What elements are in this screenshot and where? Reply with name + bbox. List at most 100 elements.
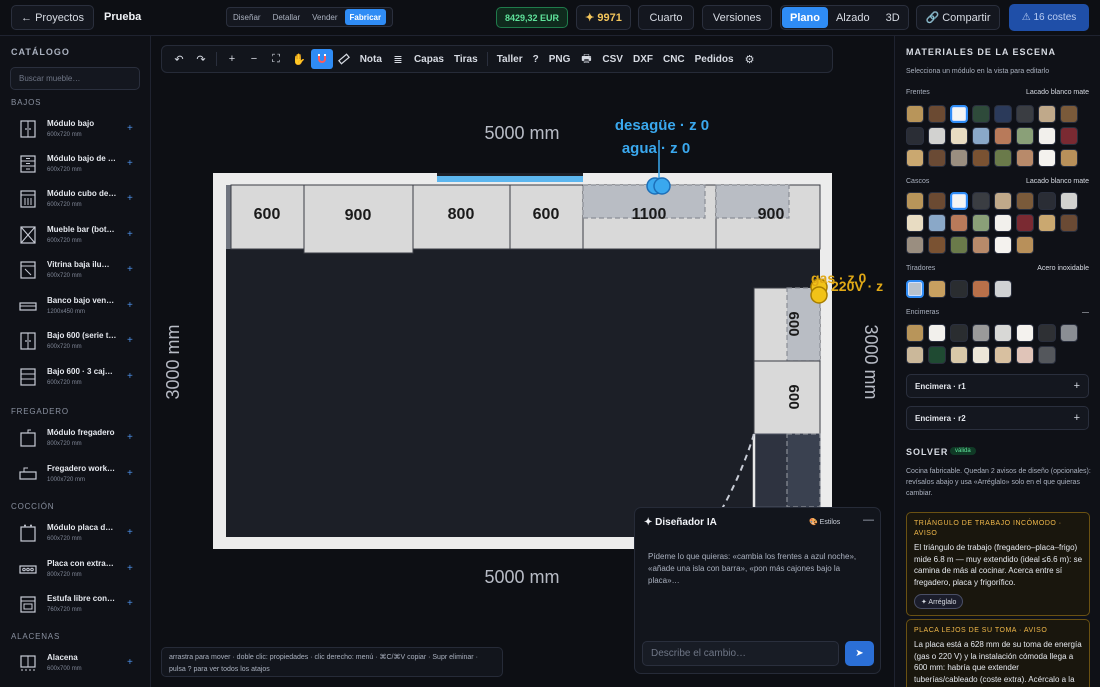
material-swatch[interactable] (906, 346, 924, 364)
material-swatch[interactable] (1016, 192, 1034, 210)
room-button[interactable]: Cuarto (638, 5, 694, 30)
worktop-row-r1[interactable]: Encimera · r1 + (906, 374, 1089, 398)
material-swatch[interactable] (928, 280, 946, 298)
material-swatch[interactable] (928, 236, 946, 254)
material-swatch[interactable] (950, 214, 968, 232)
material-swatch[interactable] (1016, 105, 1034, 123)
material-swatch[interactable] (906, 192, 924, 210)
add-icon[interactable]: + (127, 335, 133, 346)
material-swatch[interactable] (928, 127, 946, 145)
export-dxf-button[interactable]: DXF (628, 49, 658, 69)
catalog-item[interactable]: Módulo cubo de… 600x720 mm + (11, 186, 141, 216)
minimize-icon[interactable]: — (863, 514, 874, 526)
material-swatch[interactable] (906, 280, 924, 298)
material-swatch[interactable] (1038, 192, 1056, 210)
add-icon[interactable]: + (127, 657, 133, 668)
export-cnc-button[interactable]: CNC (658, 49, 690, 69)
material-swatch[interactable] (928, 149, 946, 167)
material-swatch[interactable] (972, 214, 990, 232)
ruler-icon[interactable] (333, 49, 355, 69)
catalog-item[interactable]: Módulo fregadero 800x720 mm + (11, 425, 141, 455)
catalog-item[interactable]: Alacena 600x700 mm + (11, 650, 141, 680)
catalog-search-input[interactable]: Buscar mueble… (10, 67, 140, 90)
material-swatch[interactable] (928, 324, 946, 342)
catalog-item[interactable]: Banco bajo ven… 1200x450 mm + (11, 293, 141, 323)
material-swatch[interactable] (1038, 346, 1056, 364)
add-icon[interactable]: + (127, 371, 133, 382)
expand-plus-icon[interactable]: + (1074, 412, 1080, 424)
material-swatch[interactable] (906, 149, 924, 167)
catalog-item[interactable]: Fregadero work… 1000x720 mm + (11, 461, 141, 491)
material-swatch[interactable] (972, 346, 990, 364)
material-swatch[interactable] (928, 214, 946, 232)
material-swatch[interactable] (1038, 214, 1056, 232)
zoom-in-icon[interactable]: + (221, 49, 243, 69)
view-plano[interactable]: Plano (782, 7, 828, 28)
add-icon[interactable]: + (127, 264, 133, 275)
material-swatch[interactable] (1060, 192, 1078, 210)
magnet-snap-icon[interactable] (310, 49, 333, 69)
material-swatch[interactable] (928, 192, 946, 210)
catalog-item[interactable]: Módulo bajo de … 600x720 mm + (11, 151, 141, 181)
export-png-button[interactable]: PNG (544, 49, 576, 69)
mode-detallar[interactable]: Detallar (268, 9, 306, 25)
material-swatch[interactable] (906, 105, 924, 123)
material-swatch[interactable] (994, 236, 1012, 254)
material-swatch[interactable] (1060, 324, 1078, 342)
catalog-item[interactable]: Placa con extra… 800x720 mm + (11, 556, 141, 586)
styles-button[interactable]: 🎨 Estilos (809, 518, 840, 526)
material-swatch[interactable] (994, 324, 1012, 342)
material-swatch[interactable] (950, 127, 968, 145)
material-swatch[interactable] (1060, 127, 1078, 145)
material-swatch[interactable] (994, 149, 1012, 167)
appliance-outline[interactable] (786, 433, 821, 508)
share-button[interactable]: 🔗 Compartir (916, 5, 1000, 30)
catalog-item[interactable]: Módulo placa d… 600x720 mm + (11, 520, 141, 550)
catalog-item[interactable]: Bajo 600 · 3 caj… 600x720 mm + (11, 364, 141, 394)
back-to-projects-button[interactable]: ← Proyectos (11, 5, 94, 30)
add-icon[interactable]: + (127, 300, 133, 311)
water-point[interactable] (653, 177, 671, 195)
add-icon[interactable]: + (127, 468, 133, 479)
points-badge[interactable]: ✦ 9971 (576, 5, 631, 30)
material-swatch[interactable] (994, 346, 1012, 364)
material-swatch[interactable] (994, 192, 1012, 210)
send-icon[interactable]: ➤ (845, 641, 874, 666)
material-swatch[interactable] (950, 346, 968, 364)
versions-button[interactable]: Versiones (702, 5, 772, 30)
material-swatch[interactable] (972, 127, 990, 145)
material-swatch[interactable] (1038, 105, 1056, 123)
fit-view-icon[interactable]: ⛶ (265, 49, 287, 69)
power-point[interactable] (810, 286, 828, 304)
layers-button[interactable]: Capas (409, 49, 449, 69)
material-swatch[interactable] (994, 214, 1012, 232)
workshop-button[interactable]: Taller (492, 49, 528, 69)
material-swatch[interactable] (906, 236, 924, 254)
material-swatch[interactable] (972, 236, 990, 254)
catalog-item[interactable]: Bajo 600 (serie t… 600x720 mm + (11, 328, 141, 358)
material-swatch[interactable] (928, 346, 946, 364)
settings-gear-icon[interactable]: ⚙ (739, 49, 761, 69)
export-csv-button[interactable]: CSV (597, 49, 628, 69)
material-swatch[interactable] (1060, 214, 1078, 232)
material-swatch[interactable] (972, 192, 990, 210)
note-button[interactable]: Nota (355, 49, 387, 69)
material-swatch[interactable] (972, 105, 990, 123)
mode-disenar[interactable]: Diseñar (228, 9, 266, 25)
material-swatch[interactable] (1038, 127, 1056, 145)
material-swatch[interactable] (906, 324, 924, 342)
material-swatch[interactable] (1060, 105, 1078, 123)
costes-warning-button[interactable]: ⚠ 16 costes (1009, 4, 1089, 31)
material-swatch[interactable] (972, 149, 990, 167)
catalog-item[interactable]: Vitrina baja ilu… 600x720 mm + (11, 257, 141, 287)
material-swatch[interactable] (950, 324, 968, 342)
catalog-item[interactable]: Mueble bar (bot… 600x720 mm + (11, 222, 141, 252)
material-swatch[interactable] (950, 192, 968, 210)
material-swatch[interactable] (994, 127, 1012, 145)
fix-it-button[interactable]: ✦ Arréglalo (914, 594, 964, 609)
redo-icon[interactable]: ↷ (190, 49, 212, 69)
add-icon[interactable]: + (127, 229, 133, 240)
catalog-item[interactable]: Módulo bajo 600x720 mm + (11, 116, 141, 146)
view-3d[interactable]: 3D (878, 7, 908, 28)
material-swatch[interactable] (950, 280, 968, 298)
